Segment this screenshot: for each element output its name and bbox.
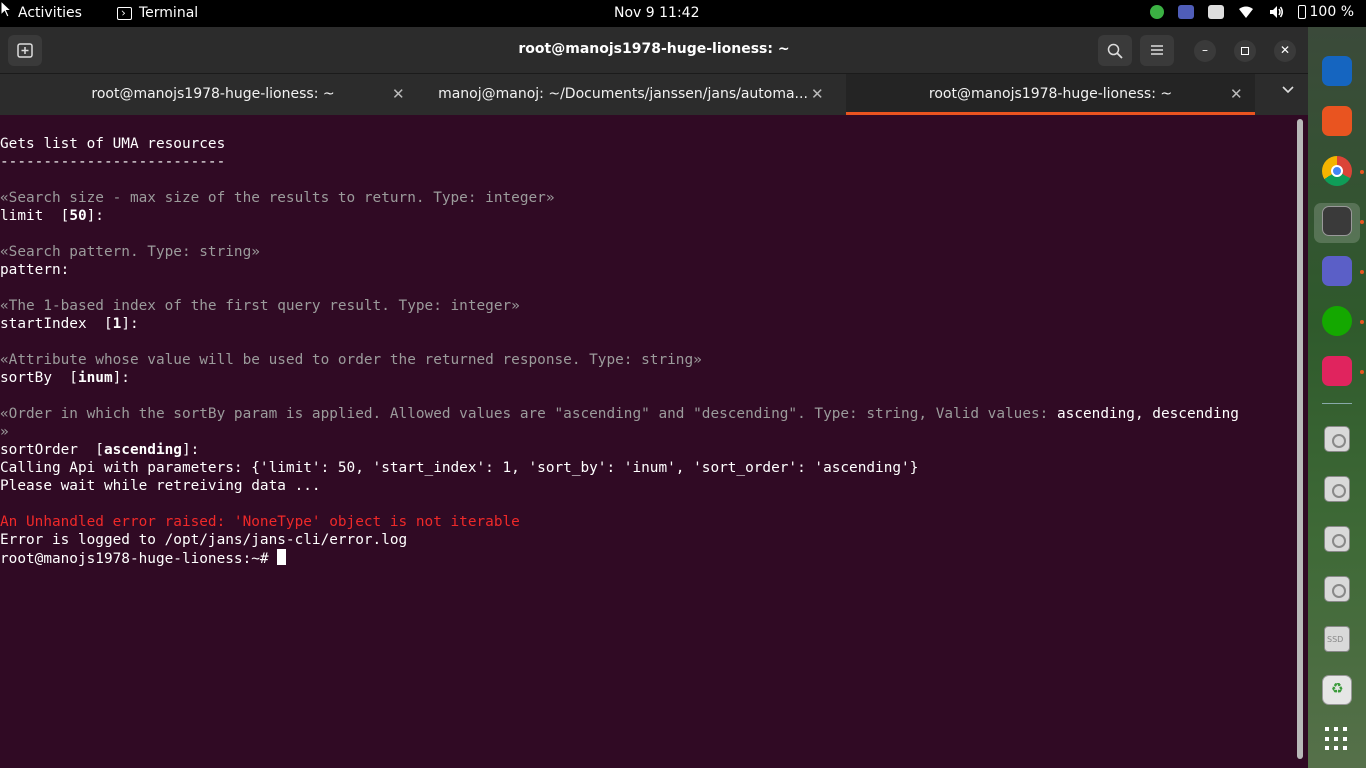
close-button[interactable]: ✕: [1274, 40, 1296, 62]
running-indicator: [1360, 170, 1364, 174]
output-line: --------------------------: [0, 154, 226, 170]
hint-line: «Attribute whose value will be used to o…: [0, 352, 702, 368]
running-indicator: [1360, 270, 1364, 274]
prompt-line: sortOrder [ascending]:: [0, 442, 200, 458]
tab-label: root@manojs1978-huge-lioness: ~: [928, 86, 1173, 102]
text-cursor: [277, 549, 287, 565]
volume-icon[interactable]: [1268, 4, 1284, 20]
clock[interactable]: Nov 9 11:42: [614, 5, 699, 21]
close-icon: ✕: [1279, 43, 1291, 57]
terminal-output[interactable]: Gets list of UMA resources --------------…: [0, 115, 1296, 768]
disk-drive-icon[interactable]: [1324, 476, 1350, 502]
output-line: Calling Api with parameters: {'limit': 5…: [0, 460, 919, 476]
hint-line: «Search size - max size of the results t…: [0, 190, 555, 206]
hamburger-icon: [1151, 45, 1163, 55]
terminal-icon: [117, 6, 132, 20]
ssd-drive-icon[interactable]: SSD: [1324, 626, 1350, 652]
tab-3-active[interactable]: root@manojs1978-huge-lioness: ~ ✕: [846, 74, 1255, 115]
hint-line: «Order in which the sortBy param is appl…: [0, 406, 1239, 422]
chevron-down-icon[interactable]: [1282, 86, 1294, 94]
trash-icon[interactable]: ♻: [1322, 675, 1352, 705]
text-editor-icon[interactable]: [1322, 56, 1352, 86]
upwork-tray-icon[interactable]: [1149, 5, 1164, 19]
system-tray[interactable]: 100 %: [1149, 4, 1354, 20]
output-line: Please wait while retreiving data ...: [0, 478, 321, 494]
scrollbar[interactable]: [1297, 119, 1303, 759]
minimize-icon: –: [1202, 43, 1208, 57]
search-icon: [1107, 43, 1123, 59]
prompt-line: startIndex [1]:: [0, 316, 139, 332]
header-bar: root@manojs1978-huge-lioness: ~ – ✕: [0, 27, 1308, 74]
chat-app-icon[interactable]: [1322, 356, 1352, 386]
tab-close-icon[interactable]: ✕: [392, 85, 405, 103]
upwork-icon[interactable]: [1322, 306, 1352, 336]
teams-icon[interactable]: [1322, 256, 1352, 286]
prompt-line: sortBy [inum]:: [0, 370, 130, 386]
wifi-icon[interactable]: [1238, 4, 1254, 20]
tab-label: root@manojs1978-huge-lioness: ~: [91, 86, 335, 102]
app-menu[interactable]: Terminal: [117, 5, 198, 21]
tab-2[interactable]: manoj@manoj: ~/Documents/janssen/jans/au…: [423, 74, 846, 115]
dock: SSD ♻: [1308, 27, 1366, 768]
battery-indicator[interactable]: 100 %: [1297, 4, 1354, 20]
activities-button[interactable]: Activities: [18, 5, 82, 21]
maximize-icon: [1241, 47, 1249, 55]
hint-line-end: »: [0, 424, 9, 440]
error-line: An Unhandled error raised: 'NoneType' ob…: [0, 514, 520, 530]
output-line: Gets list of UMA resources: [0, 136, 226, 152]
terminal-dock-icon[interactable]: [1322, 206, 1352, 236]
tab-label: manoj@manoj: ~/Documents/janssen/jans/au…: [438, 86, 808, 102]
disk-drive-icon[interactable]: [1324, 526, 1350, 552]
tab-close-icon[interactable]: ✕: [811, 85, 824, 103]
prompt-line: limit [50]:: [0, 208, 104, 224]
chrome-icon[interactable]: [1322, 156, 1352, 186]
dock-separator: [1322, 403, 1352, 404]
app-name: Terminal: [139, 5, 199, 21]
show-apps-icon[interactable]: [1325, 727, 1349, 751]
prompt-line: pattern:: [0, 262, 70, 278]
app-tray-icon[interactable]: [1207, 5, 1224, 19]
shell-prompt: root@manojs1978-huge-lioness:~#: [0, 549, 1296, 567]
teams-tray-icon[interactable]: [1177, 5, 1194, 19]
hint-line: «Search pattern. Type: string»: [0, 244, 260, 260]
battery-percent: 100 %: [1309, 4, 1354, 20]
tab-bar: root@manojs1978-huge-lioness: ~ ✕ manoj@…: [0, 74, 1308, 115]
software-center-icon[interactable]: [1322, 106, 1352, 136]
disk-drive-icon[interactable]: [1324, 426, 1350, 452]
top-bar: Activities Terminal Nov 9 11:42 100 %: [0, 0, 1366, 27]
tab-1[interactable]: root@manojs1978-huge-lioness: ~ ✕: [0, 74, 423, 115]
running-indicator: [1360, 320, 1364, 324]
terminal-window: root@manojs1978-huge-lioness: ~ – ✕ root…: [0, 27, 1308, 768]
running-indicator: [1360, 220, 1364, 224]
output-line: Error is logged to /opt/jans/jans-cli/er…: [0, 532, 408, 548]
mouse-pointer-icon: [0, 0, 12, 18]
battery-icon: [1297, 5, 1306, 19]
minimize-button[interactable]: –: [1194, 40, 1216, 62]
disk-drive-icon[interactable]: [1324, 576, 1350, 602]
menu-button[interactable]: [1140, 35, 1174, 66]
tab-close-icon[interactable]: ✕: [1230, 85, 1243, 103]
search-button[interactable]: [1098, 35, 1132, 66]
running-indicator: [1360, 370, 1364, 374]
hint-line: «The 1-based index of the first query re…: [0, 298, 520, 314]
maximize-button[interactable]: [1234, 40, 1256, 62]
